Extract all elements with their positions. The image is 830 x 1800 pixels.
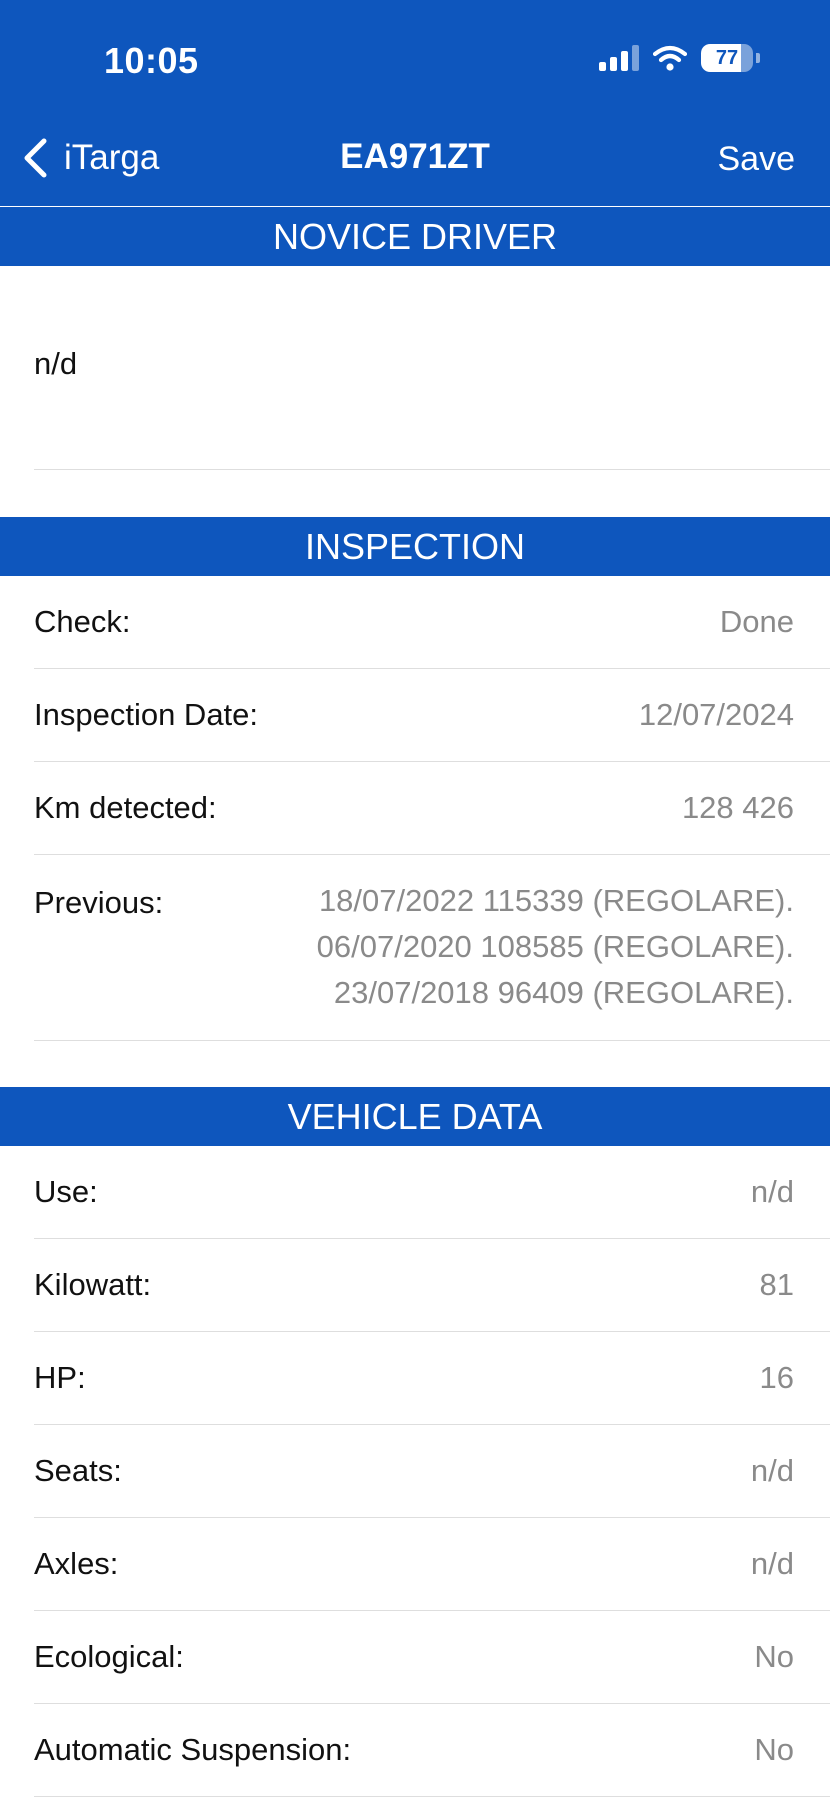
automatic-suspension-label: Automatic Suspension:: [34, 1732, 352, 1767]
back-label: iTarga: [64, 138, 160, 177]
seats-value: n/d: [750, 1453, 794, 1488]
section-header-novice-driver: NOVICE DRIVER: [0, 207, 830, 266]
previous-inspections-list: 18/07/2022 115339 (REGOLARE). 06/07/2020…: [317, 878, 794, 1016]
kilowatt-value: 81: [759, 1267, 794, 1302]
km-detected-value: 128 426: [681, 790, 794, 825]
previous-inspection-line: 23/07/2018 96409 (REGOLARE).: [333, 975, 794, 1010]
previous-inspection-line: 18/07/2022 115339 (REGOLARE).: [318, 883, 794, 918]
ecological-label: Ecological:: [34, 1639, 184, 1674]
use-value: n/d: [750, 1174, 794, 1209]
axles-label: Axles:: [34, 1546, 119, 1581]
battery-level: 77: [715, 47, 739, 69]
vehicle-kilowatt-row: Kilowatt: 81: [34, 1239, 830, 1332]
cellular-signal-icon: [599, 45, 639, 71]
chevron-left-icon: [24, 138, 47, 178]
use-label: Use:: [34, 1174, 98, 1209]
inspection-date-row: Inspection Date: 12/07/2024: [34, 669, 830, 762]
km-detected-row: Km detected: 128 426: [34, 762, 830, 855]
vehicle-use-row: Use: n/d: [34, 1146, 830, 1239]
wifi-icon: [653, 45, 687, 71]
kilowatt-label: Kilowatt:: [34, 1267, 152, 1302]
back-button[interactable]: iTarga: [18, 136, 159, 180]
previous-inspections-row: Previous: 18/07/2022 115339 (REGOLARE). …: [34, 855, 830, 1041]
vehicle-automatic-suspension-row: Automatic Suspension: No: [34, 1704, 830, 1797]
vehicle-ecological-row: Ecological: No: [34, 1611, 830, 1704]
inspection-check-row: Check: Done: [34, 576, 830, 669]
check-value: Done: [719, 604, 794, 639]
save-button[interactable]: Save: [718, 140, 796, 179]
previous-inspection-line: 06/07/2020 108585 (REGOLARE).: [316, 929, 794, 964]
check-label: Check:: [34, 604, 131, 639]
seats-label: Seats:: [34, 1453, 122, 1488]
vehicle-hp-row: HP: 16: [34, 1332, 830, 1425]
battery-tip: [756, 53, 760, 63]
automatic-suspension-value: No: [754, 1732, 794, 1767]
navigation-bar: 10:05 77 iTarga EA971ZT Save: [0, 0, 830, 207]
status-time: 10:05: [104, 40, 199, 81]
vehicle-axles-row: Axles: n/d: [34, 1518, 830, 1611]
battery-icon: 77: [701, 44, 753, 72]
status-icons: 77: [599, 44, 760, 72]
vehicle-seats-row: Seats: n/d: [34, 1425, 830, 1518]
previous-label: Previous:: [34, 885, 164, 920]
inspection-date-value: 12/07/2024: [638, 697, 794, 732]
inspection-date-label: Inspection Date:: [34, 697, 259, 732]
ecological-value: No: [754, 1639, 794, 1674]
hp-value: 16: [759, 1360, 794, 1395]
hp-label: HP:: [34, 1360, 86, 1395]
axles-value: n/d: [750, 1546, 794, 1581]
page-title: EA971ZT: [340, 137, 490, 176]
section-header-inspection: INSPECTION: [0, 517, 830, 576]
section-header-vehicle-data: VEHICLE DATA: [0, 1087, 830, 1146]
km-detected-label: Km detected:: [34, 790, 217, 825]
novice-driver-value: n/d: [34, 346, 78, 381]
novice-driver-row: n/d: [34, 266, 830, 470]
